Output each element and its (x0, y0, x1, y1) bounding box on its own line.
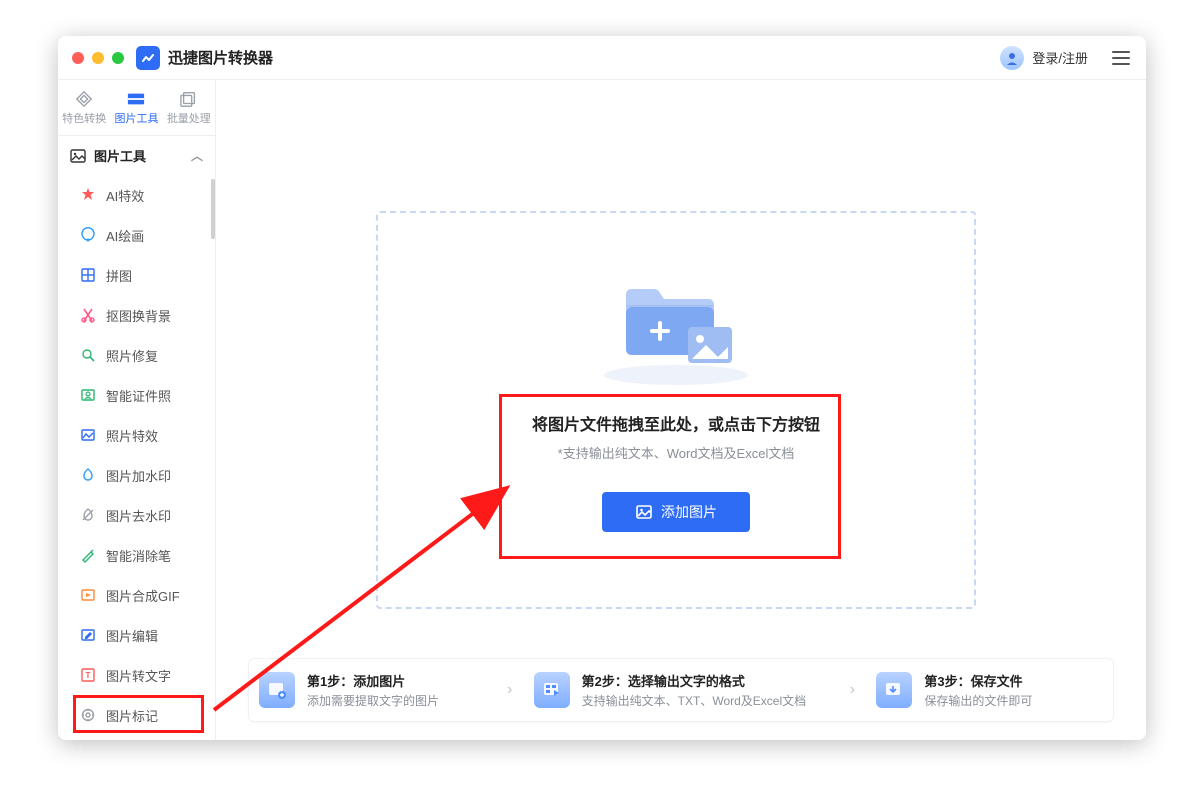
nav-photo-repair[interactable]: 照片修复 (58, 335, 215, 375)
svg-text:T: T (86, 671, 91, 680)
tab-label: 特色转换 (62, 110, 106, 126)
app-logo-icon (136, 46, 160, 70)
step-1-desc: 添加需要提取文字的图片 (307, 692, 439, 709)
nav-collage[interactable]: 拼图 (58, 255, 215, 295)
nav-label: 拼图 (106, 266, 132, 285)
nav-label: AI绘画 (106, 226, 144, 245)
step-2: 第2步：选择输出文字的格式 支持输出纯文本、TXT、Word及Excel文档 (534, 671, 829, 709)
dropzone-subtext: *支持输出纯文本、Word文档及Excel文档 (558, 443, 795, 462)
scrollbar-thumb[interactable] (211, 179, 215, 239)
step-1-title: 第1步：添加图片 (307, 671, 439, 690)
nav-id-photo[interactable]: 智能证件照 (58, 375, 215, 415)
dropzone[interactable]: 将图片文件拖拽至此处，或点击下方按钮 *支持输出纯文本、Word文档及Excel… (376, 211, 976, 609)
nav-list: AI特效 AI绘画 拼图 抠图换背景 照片修复 (58, 175, 215, 740)
menu-button[interactable] (1110, 47, 1132, 69)
nav-label: 图片合成GIF (106, 586, 180, 605)
step-chevron-icon: › (842, 681, 862, 699)
avatar-icon (1000, 46, 1024, 70)
nav-smart-erase[interactable]: 智能消除笔 (58, 535, 215, 575)
nav-gif-compose[interactable]: 图片合成GIF (58, 575, 215, 615)
nav-label: 图片编辑 (106, 626, 158, 645)
main-content: 将图片文件拖拽至此处，或点击下方按钮 *支持输出纯文本、Word文档及Excel… (216, 80, 1146, 740)
step-3-title: 第3步：保存文件 (924, 671, 1032, 690)
nav-label: 照片修复 (106, 346, 158, 365)
section-title: 图片工具 (94, 146, 146, 165)
app-window: 迅捷图片转换器 登录/注册 特色转换 图 (58, 36, 1146, 740)
close-window-button[interactable] (72, 52, 84, 64)
nav-add-watermark[interactable]: 图片加水印 (58, 455, 215, 495)
nav-label: 智能证件照 (106, 386, 171, 405)
login-label: 登录/注册 (1032, 48, 1088, 67)
tab-special-convert[interactable]: 特色转换 (58, 80, 110, 135)
step-chevron-icon: › (500, 681, 520, 699)
dropzone-folder-icon (596, 267, 756, 387)
tab-label: 图片工具 (114, 110, 158, 126)
add-image-label: 添加图片 (661, 502, 717, 522)
nav-photo-effects[interactable]: 照片特效 (58, 415, 215, 455)
dropzone-heading: 将图片文件拖拽至此处，或点击下方按钮 (532, 411, 820, 435)
nav-label: 图片去水印 (106, 506, 171, 525)
step-2-desc: 支持输出纯文本、TXT、Word及Excel文档 (582, 692, 806, 709)
titlebar: 迅捷图片转换器 登录/注册 (58, 36, 1146, 80)
add-image-button[interactable]: 添加图片 (602, 492, 750, 532)
nav-label: 照片特效 (106, 426, 158, 445)
nav-image-to-text[interactable]: T 图片转文字 (58, 655, 215, 695)
step-1-icon (259, 672, 295, 708)
step-3-icon (876, 672, 912, 708)
section-header[interactable]: 图片工具 ︿ (58, 136, 215, 175)
step-3: 第3步：保存文件 保存输出的文件即可 (876, 671, 1103, 709)
maximize-window-button[interactable] (112, 52, 124, 64)
category-tabs: 特色转换 图片工具 批量处理 (58, 80, 215, 136)
nav-label: AI特效 (106, 186, 144, 205)
nav-label: 图片转文字 (106, 666, 171, 685)
login-register-button[interactable]: 登录/注册 (1000, 46, 1088, 70)
step-3-desc: 保存输出的文件即可 (924, 692, 1032, 709)
nav-label: 图片标记 (106, 706, 158, 725)
minimize-window-button[interactable] (92, 52, 104, 64)
chevron-up-icon: ︿ (191, 147, 203, 164)
nav-ai-paint[interactable]: AI绘画 (58, 215, 215, 255)
tab-batch-process[interactable]: 批量处理 (163, 80, 215, 135)
nav-cutout-bg[interactable]: 抠图换背景 (58, 295, 215, 335)
nav-image-annotate[interactable]: 图片标记 (58, 695, 215, 735)
nav-remove-watermark[interactable]: 图片去水印 (58, 495, 215, 535)
image-icon (635, 503, 653, 521)
nav-label: 智能消除笔 (106, 546, 171, 565)
tab-image-tools[interactable]: 图片工具 (110, 80, 162, 135)
step-2-icon (534, 672, 570, 708)
tab-label: 批量处理 (167, 110, 211, 126)
steps-footer: 第1步：添加图片 添加需要提取文字的图片 › 第2步：选择输出文字的格式 支持输… (248, 658, 1114, 722)
sidebar: 特色转换 图片工具 批量处理 图片工具 ︿ (58, 80, 216, 740)
step-2-title: 第2步：选择输出文字的格式 (582, 671, 806, 690)
nav-image-edit[interactable]: 图片编辑 (58, 615, 215, 655)
nav-ai-effects[interactable]: AI特效 (58, 175, 215, 215)
step-1: 第1步：添加图片 添加需要提取文字的图片 (259, 671, 486, 709)
app-title: 迅捷图片转换器 (168, 47, 273, 68)
nav-label: 抠图换背景 (106, 306, 171, 325)
nav-label: 图片加水印 (106, 466, 171, 485)
window-controls (72, 52, 124, 64)
